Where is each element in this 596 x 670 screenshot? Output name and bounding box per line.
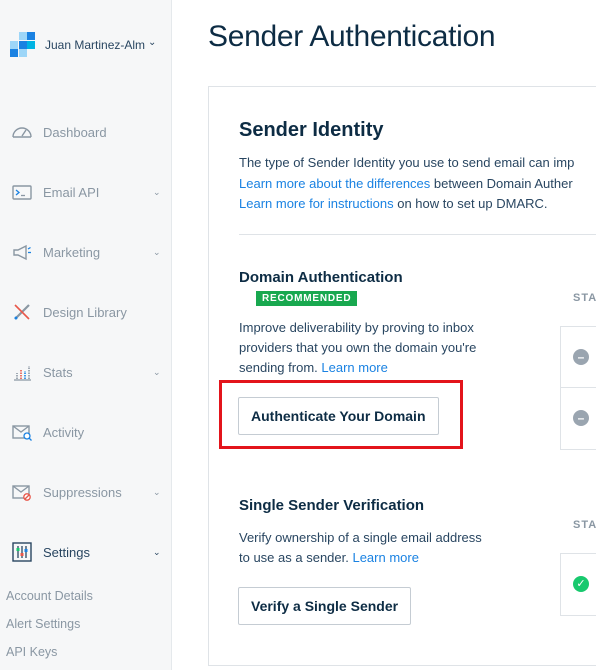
design-tools-icon [14, 304, 30, 320]
nav-item-dashboard[interactable]: Dashboard [0, 112, 171, 152]
brand-logo-icon [10, 32, 36, 58]
intro-links-line: Learn more about the differences between… [239, 174, 573, 194]
check-icon: ✓ [573, 576, 589, 592]
domain-auth-desc-2: providers that you own the domain you're [239, 340, 477, 355]
nav-label: Activity [43, 424, 85, 440]
terminal-icon [12, 185, 32, 200]
domain-auth-learn-more-link[interactable]: Learn more [321, 360, 387, 375]
chevron-down-icon: ⌄ [153, 546, 161, 557]
status-column-header: STA [573, 519, 596, 531]
nav-item-design-library[interactable]: Design Library [0, 292, 171, 332]
nav-item-suppressions[interactable]: Suppressions ⌄ [0, 472, 171, 512]
nav-label: Marketing [43, 244, 101, 260]
envelope-block-icon [12, 485, 31, 501]
chevron-down-icon: ⌄ [153, 186, 161, 197]
section-title: Sender Identity [239, 119, 384, 141]
settings-sub-account-details[interactable]: Account Details [6, 589, 93, 603]
status-row: ✓ [561, 554, 596, 615]
chevron-down-icon: ⌄ [153, 366, 161, 377]
account-name: Juan Martinez-Almaraz [45, 38, 145, 52]
gauge-icon [12, 127, 32, 138]
intro-dmarc-line: Learn more for instructions on how to se… [239, 194, 548, 214]
intro-text-2: between Domain Auther [430, 176, 573, 191]
settings-sub-api-keys[interactable]: API Keys [6, 645, 57, 659]
nav-item-marketing[interactable]: Marketing ⌄ [0, 232, 171, 272]
megaphone-icon [13, 244, 31, 261]
status-pending-icon: – [573, 349, 589, 365]
highlight-box [219, 380, 463, 449]
single-sender-desc-2: to use as a sender. Learn more [239, 548, 419, 568]
bar-chart-icon [14, 366, 31, 381]
verify-single-sender-button[interactable]: Verify a Single Sender [238, 587, 412, 625]
nav-label: Settings [43, 544, 90, 560]
chevron-down-icon: ⌄ [148, 36, 157, 48]
envelope-search-icon [12, 425, 32, 441]
nav-item-settings[interactable]: Settings ⌄ [0, 532, 171, 572]
single-sender-desc-text: to use as a sender. [239, 550, 353, 565]
chevron-down-icon: ⌄ [153, 246, 161, 257]
nav-label: Dashboard [43, 124, 107, 140]
status-pending-icon: – [573, 410, 589, 426]
nav-label: Design Library [43, 304, 127, 320]
domain-auth-desc-3: sending from. Learn more [239, 358, 388, 378]
nav-item-stats[interactable]: Stats ⌄ [0, 352, 171, 392]
domain-status-list: – – [560, 326, 596, 450]
recommended-badge: RECOMMENDED [256, 291, 358, 306]
sender-status-list: ✓ [560, 553, 596, 616]
nav-label: Suppressions [43, 484, 122, 500]
settings-sub-alert-settings[interactable]: Alert Settings [6, 617, 80, 631]
intro-text: The type of Sender Identity you use to s… [239, 155, 575, 170]
sliders-icon [12, 542, 32, 562]
account-switcher[interactable]: Juan Martinez-Almaraz ⌄ [10, 30, 170, 60]
chevron-down-icon: ⌄ [153, 486, 161, 497]
status-row: – [561, 388, 596, 449]
nav-label: Stats [43, 364, 73, 380]
nav-item-activity[interactable]: Activity [0, 412, 171, 452]
nav-item-email-api[interactable]: Email API ⌄ [0, 172, 171, 212]
learn-more-differences-link[interactable]: Learn more about the differences [239, 176, 430, 191]
domain-auth-title: Domain Authentication [239, 269, 403, 286]
single-sender-desc-1: Verify ownership of a single email addre… [239, 530, 482, 545]
status-row: – [561, 327, 596, 388]
sidebar: Juan Martinez-Almaraz ⌄ Dashboard Email … [0, 0, 172, 670]
intro-text-3: on how to set up DMARC. [393, 196, 548, 211]
single-sender-learn-more-link[interactable]: Learn more [352, 550, 418, 565]
nav-label: Email API [43, 184, 100, 200]
domain-auth-desc-1: Improve deliverability by proving to inb… [239, 320, 474, 335]
divider [239, 234, 596, 235]
domain-auth-desc-text: sending from. [239, 360, 322, 375]
status-column-header: STA [573, 292, 596, 304]
page-title: Sender Authentication [208, 20, 496, 53]
single-sender-title: Single Sender Verification [239, 497, 425, 514]
learn-more-instructions-link[interactable]: Learn more for instructions [239, 196, 394, 211]
